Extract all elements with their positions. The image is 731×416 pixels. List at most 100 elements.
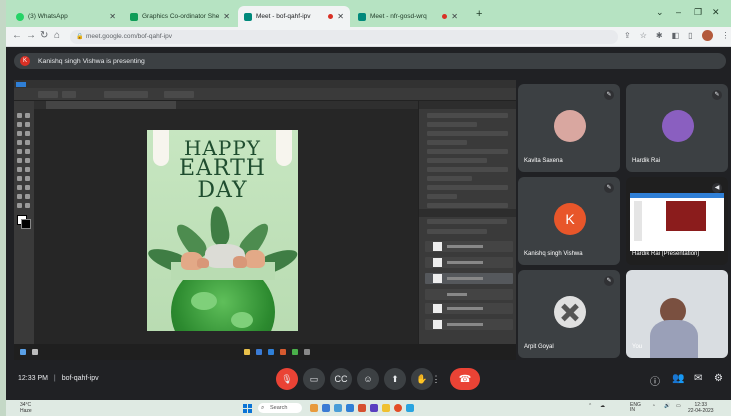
participant-tile-kanishq[interactable]: ✎ K Kanishq singh Vishwa — [518, 177, 620, 265]
reactions-button[interactable]: ☺ — [357, 368, 379, 390]
properties-panel-header — [419, 101, 516, 109]
close-tab-icon[interactable]: ✕ — [337, 12, 344, 21]
tab-sheets[interactable]: Graphics Co-ordinator Sheet - G... ✕ — [124, 6, 236, 27]
profile-avatar[interactable] — [701, 30, 713, 41]
photoshop-taskbar-icon[interactable] — [346, 404, 354, 412]
close-window-icon[interactable]: ✕ — [712, 7, 720, 18]
end-call-button[interactable]: ☎ — [450, 368, 480, 390]
avatar — [554, 110, 586, 142]
sheets-icon — [130, 12, 138, 21]
photoshop-options-bar — [14, 88, 516, 101]
mic-off-icon: ✎ — [604, 183, 614, 193]
close-tab-icon[interactable]: ✕ — [451, 12, 458, 21]
forward-icon[interactable]: → — [26, 30, 36, 41]
taskbar-clock[interactable]: 12:33 22-04-2023 — [688, 402, 714, 414]
participant-tile-hardik[interactable]: ✎ Hardik Rai — [626, 84, 728, 172]
tab-strip: (3) WhatsApp ✕ Graphics Co-ordinator She… — [6, 0, 731, 27]
folder-icon[interactable] — [382, 404, 390, 412]
app-icon[interactable] — [370, 404, 378, 412]
layer-row[interactable] — [425, 303, 513, 314]
windows-start-icon[interactable] — [243, 404, 252, 413]
close-tab-icon[interactable]: ✕ — [109, 12, 116, 21]
layer-row[interactable] — [425, 289, 513, 300]
language-indicator[interactable]: ENG IN — [630, 403, 641, 413]
presenting-banner: K Kanishq singh Vishwa is presenting — [14, 53, 726, 69]
participant-tile-hardik-presentation[interactable]: ◀ Hardik Rai (Presentation) — [626, 177, 728, 265]
layers-panel-header — [419, 209, 516, 217]
photoshop-doc-tabs — [34, 101, 418, 109]
people-icon[interactable]: 👥 — [672, 373, 684, 384]
tray-cloud-icon[interactable]: ☁ — [600, 403, 605, 409]
layer-row[interactable] — [425, 241, 513, 252]
tray-chevron-icon[interactable]: ⌃ — [588, 403, 592, 409]
tab-meet-second[interactable]: Meet - nfr-gosd-wrq ✕ — [352, 6, 464, 27]
extension-icon[interactable]: ✱ — [656, 31, 663, 41]
participant-tile-you[interactable]: You — [626, 270, 728, 358]
presenting-text: Kanishq singh Vishwa is presenting — [38, 57, 145, 65]
wifi-icon[interactable]: ◔ — [652, 403, 655, 409]
home-icon[interactable]: ⌂ — [54, 30, 60, 41]
mic-off-icon: ✎ — [604, 276, 614, 286]
background-color-swatch — [21, 219, 31, 229]
sidebar-icon[interactable]: ▯ — [688, 31, 692, 41]
address-bar[interactable]: 🔒 meet.google.com/bof-qahf-ipv — [70, 30, 618, 44]
tab-meet-active[interactable]: Meet - bof-qahf-ipv ✕ — [238, 6, 350, 27]
share-icon[interactable]: ⇪ — [624, 31, 631, 41]
presenter-avatar: K — [20, 56, 30, 66]
bookmark-star-icon[interactable]: ☆ — [640, 31, 647, 41]
camera-toggle-button[interactable]: ▭ — [303, 368, 325, 390]
captions-button[interactable]: CC — [330, 368, 352, 390]
volume-icon[interactable]: 🔊 — [664, 403, 670, 409]
store-icon[interactable] — [406, 404, 414, 412]
whatsapp-icon — [16, 12, 24, 21]
shared-screen: HAPPY EARTH DAY — [14, 80, 516, 360]
new-tab-button[interactable]: + — [476, 8, 482, 20]
close-tab-icon[interactable]: ✕ — [223, 12, 230, 21]
search-icon: ⌕ — [261, 405, 265, 411]
layer-row[interactable] — [425, 257, 513, 268]
more-options-button[interactable]: ⋮ — [429, 368, 443, 390]
avatar — [662, 110, 694, 142]
mic-toggle-button[interactable]: 🎙 — [276, 368, 298, 390]
layer-row[interactable] — [425, 319, 513, 330]
globe-illustration — [171, 262, 275, 331]
meeting-info: 12:33 PM | bof-qahf-ipv — [18, 375, 99, 382]
reload-icon[interactable]: ↻ — [40, 30, 48, 41]
recording-indicator-icon — [328, 14, 334, 19]
office-icon[interactable] — [358, 404, 366, 412]
poster-title-day: DAY — [197, 178, 248, 203]
restore-icon[interactable]: ❐ — [694, 7, 702, 18]
weather-widget[interactable]: 34°C Haze — [20, 402, 32, 414]
meet-icon — [244, 12, 252, 21]
photoshop-panels — [418, 101, 516, 344]
battery-icon[interactable]: ▭ — [676, 403, 681, 409]
chrome-icon[interactable] — [394, 404, 402, 412]
lock-icon: 🔒 — [76, 34, 84, 40]
menu-kebab-icon[interactable]: ⋮ — [722, 31, 730, 41]
windows-taskbar: 34°C Haze ⌕ Search ⌃ ☁ ENG IN ◔ 🔊 ▭ 12:3… — [6, 400, 731, 416]
photoshop-menubar — [14, 80, 516, 88]
chat-icon[interactable]: ✉ — [694, 373, 702, 384]
minimize-icon[interactable]: – — [676, 7, 681, 17]
widgets-app-icon[interactable] — [310, 404, 318, 412]
activities-icon[interactable]: ⚙ — [714, 373, 723, 384]
participant-tile-kavita[interactable]: ✎ Kavita Saxena — [518, 84, 620, 172]
present-button[interactable]: ⬆ — [384, 368, 406, 390]
puzzle-icon[interactable]: ◧ — [672, 31, 680, 41]
tab-whatsapp[interactable]: (3) WhatsApp ✕ — [10, 6, 122, 27]
shared-taskbar — [14, 344, 516, 360]
meet-icon — [358, 12, 366, 21]
document-tab[interactable] — [46, 101, 176, 109]
edge-icon[interactable] — [334, 404, 342, 412]
file-explorer-icon[interactable] — [322, 404, 330, 412]
browser-window: (3) WhatsApp ✕ Graphics Co-ordinator She… — [6, 0, 731, 416]
back-icon[interactable]: ← — [12, 30, 22, 41]
tab-search-icon[interactable]: ⌄ — [656, 7, 664, 18]
presentation-thumbnail — [630, 193, 724, 251]
meeting-details-icon[interactable]: ⓘ — [650, 373, 660, 388]
mic-off-icon: ✎ — [712, 90, 722, 100]
participant-tile-arpit[interactable]: ✎ Arpit Goyal — [518, 270, 620, 358]
layer-row-selected[interactable] — [425, 273, 513, 284]
avatar — [554, 296, 586, 328]
taskbar-search[interactable]: ⌕ Search — [258, 403, 302, 413]
